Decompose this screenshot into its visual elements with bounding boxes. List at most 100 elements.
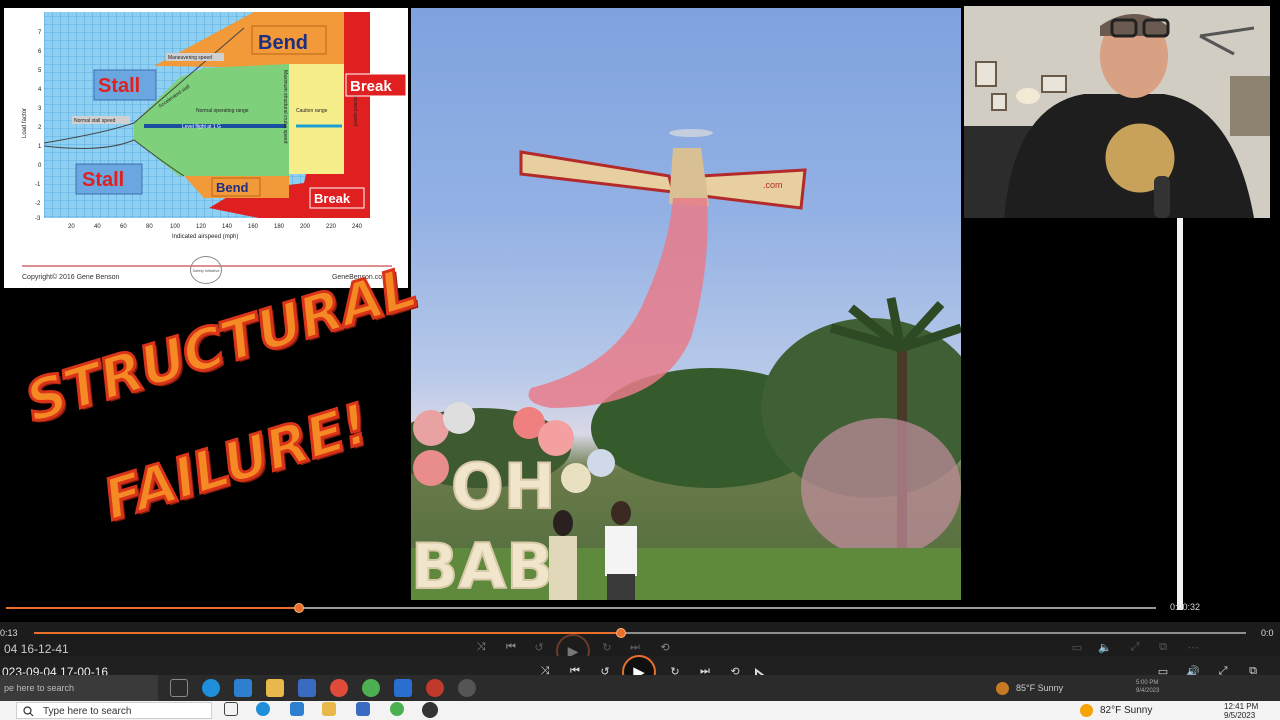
- y-tick: -3: [35, 216, 41, 222]
- y-tick: 7: [38, 30, 42, 36]
- chrome-icon[interactable]: [390, 702, 404, 716]
- confetti-cloud: [801, 418, 961, 558]
- store-icon[interactable]: [356, 702, 370, 716]
- y-tick: 0: [38, 163, 42, 169]
- y-tick: 5: [38, 68, 42, 74]
- task-view-icon[interactable]: [170, 679, 188, 697]
- edge-icon[interactable]: [256, 702, 270, 716]
- chrome-icon[interactable]: [362, 679, 380, 697]
- webcam-scene: [964, 6, 1270, 218]
- divider-bar: [1177, 218, 1183, 610]
- clock-date: 9/5/2023: [1224, 711, 1256, 720]
- search-box[interactable]: Type here to search: [16, 702, 212, 719]
- x-tick: 180: [274, 224, 285, 230]
- app-icon[interactable]: [394, 679, 412, 697]
- chart-copyright: Copyright© 2016 Gene Benson: [22, 274, 120, 281]
- y-tick: 6: [38, 49, 42, 55]
- clock-date: 9/4/2023: [1136, 688, 1160, 694]
- total-time: 0:0: [1261, 628, 1274, 638]
- vg-diagram: 7 6 5 4 3 2 1 0 -1 -2 -3 20 40 60 80 100…: [22, 12, 407, 267]
- wall-frame: [975, 61, 997, 87]
- file-explorer-icon[interactable]: [266, 679, 284, 697]
- wall-frame: [991, 93, 1007, 111]
- seek-track[interactable]: [34, 628, 1246, 638]
- stall-top-label: Stall: [98, 75, 140, 97]
- task-view-icon[interactable]: [224, 702, 238, 716]
- bend-top-label: Bend: [258, 32, 308, 54]
- clock-time: 5:00 PM: [1136, 680, 1159, 686]
- captions-icon[interactable]: ▭: [1068, 641, 1086, 654]
- clock-time: 12:41 PM: [1224, 702, 1259, 711]
- search-placeholder: Type here to search: [43, 706, 132, 717]
- lamp: [1016, 88, 1040, 104]
- x-tick: 80: [146, 224, 153, 230]
- media-player-icon[interactable]: [422, 702, 438, 718]
- y-tick: -1: [35, 182, 41, 188]
- store-icon[interactable]: [298, 679, 316, 697]
- maneuvering-speed-label: Maneuvering speed: [168, 55, 212, 61]
- y-tick: 4: [38, 87, 42, 93]
- seek-progress: [34, 632, 621, 634]
- break-top-label: Break: [350, 78, 392, 95]
- x-tick: 220: [326, 224, 337, 230]
- max-structural-cruise-label: Maximum structural cruise speed: [282, 70, 288, 144]
- y-tick: 2: [38, 125, 42, 131]
- weather-icon: [996, 682, 1009, 695]
- previous-icon[interactable]: ⏮: [502, 641, 520, 654]
- logo-text: Safety Initiative: [192, 267, 220, 273]
- x-tick: 120: [196, 224, 207, 230]
- fullscreen-icon[interactable]: ⤢: [1126, 641, 1144, 654]
- video-frame: .com OH BAB: [411, 8, 961, 600]
- system-clock[interactable]: 12:41 PM 9/5/2023: [1224, 702, 1258, 720]
- y-tick: -2: [35, 201, 41, 207]
- caution-zone: [289, 64, 344, 174]
- shelf: [1230, 76, 1270, 136]
- search-box[interactable]: pe here to search: [0, 675, 158, 701]
- weather-text[interactable]: 85°F Sunny: [1016, 683, 1063, 693]
- edge-icon[interactable]: [202, 679, 220, 697]
- skip-forward-icon[interactable]: ↻: [598, 641, 616, 654]
- file-explorer-icon[interactable]: [322, 702, 336, 716]
- microphone-icon: [1154, 176, 1170, 218]
- plane-text: .com: [763, 180, 783, 190]
- search-placeholder: pe here to search: [4, 683, 75, 693]
- mail-icon[interactable]: [234, 679, 252, 697]
- x-tick: 140: [222, 224, 233, 230]
- weather-icon: [1080, 704, 1093, 717]
- sign-line1: OH: [451, 450, 556, 523]
- normal-operating-label: Normal operating range: [196, 108, 249, 114]
- seek-thumb[interactable]: [294, 603, 305, 613]
- x-tick: 20: [68, 224, 75, 230]
- x-tick: 100: [170, 224, 181, 230]
- elapsed-time: 0:13: [0, 628, 18, 638]
- x-axis-label: Indicated airspeed (mph): [172, 234, 238, 240]
- system-clock[interactable]: 5:00 PM 9/4/2023: [1136, 679, 1159, 695]
- taskbar: Type here to search 82°F Sunny 12:41 PM …: [0, 701, 1280, 720]
- normal-stall-speed-label: Normal stall speed: [74, 118, 116, 124]
- caution-range-label: Caution range: [296, 108, 328, 114]
- y-tick: 3: [38, 106, 42, 112]
- repeat-icon[interactable]: ⟲: [656, 641, 674, 654]
- level-flight-label: Level flight at 1 G: [182, 124, 221, 130]
- taskbar-captured: pe here to search 85°F Sunny 5:00 PM 9/4…: [0, 675, 1280, 701]
- miniplayer-icon[interactable]: ⧉: [1154, 641, 1172, 654]
- seek-thumb[interactable]: [615, 628, 626, 638]
- video-scene: .com OH BAB: [411, 129, 961, 600]
- crop-duster-plane: .com: [519, 129, 807, 210]
- seek-track[interactable]: [6, 603, 1156, 613]
- app-icon[interactable]: [330, 679, 348, 697]
- bend-bottom-label: Bend: [216, 180, 249, 195]
- weather-text[interactable]: 82°F Sunny: [1100, 705, 1152, 716]
- seek-progress: [6, 607, 300, 609]
- skip-back-icon[interactable]: ↺: [530, 641, 548, 654]
- shuffle-icon[interactable]: ⤨: [472, 641, 490, 654]
- app-icon[interactable]: [426, 679, 444, 697]
- mail-icon[interactable]: [290, 702, 304, 716]
- media-player-icon[interactable]: [458, 679, 476, 697]
- break-bottom-label: Break: [314, 191, 351, 206]
- more-icon[interactable]: ⋯: [1184, 641, 1202, 654]
- next-icon[interactable]: ⏭: [626, 641, 644, 654]
- y-axis-label: Load factor: [22, 108, 28, 138]
- volume-icon[interactable]: 🔈: [1096, 641, 1114, 654]
- x-tick: 160: [248, 224, 259, 230]
